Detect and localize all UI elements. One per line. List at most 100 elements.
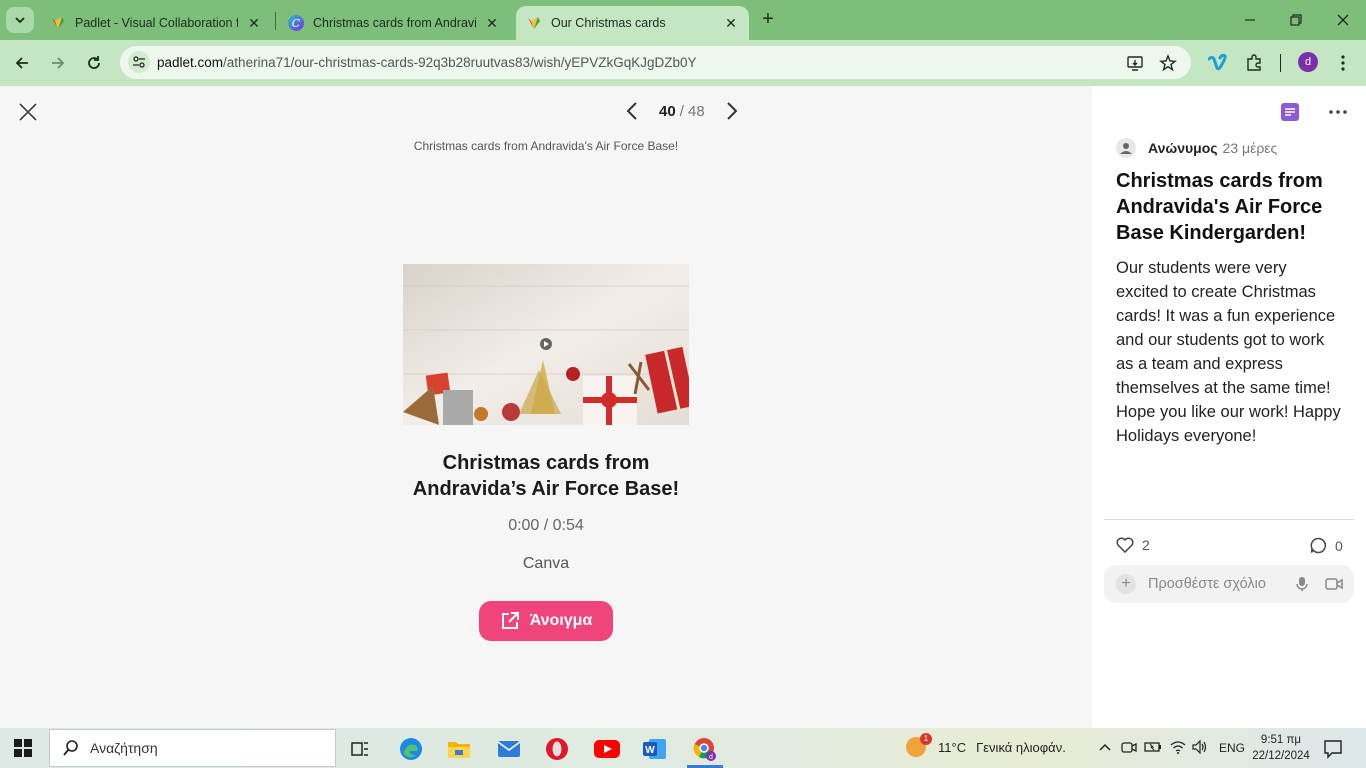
- install-app-icon[interactable]: [1125, 53, 1145, 73]
- external-link-icon: [501, 612, 519, 629]
- clock-time: 9:51 πμ: [1260, 734, 1302, 746]
- url-text: padlet.com/atherina71/our-christmas-card…: [157, 55, 697, 70]
- add-attachment-icon[interactable]: +: [1116, 574, 1136, 594]
- anonymous-avatar-icon: [1116, 138, 1136, 158]
- comment-input[interactable]: [1148, 574, 1288, 594]
- minimize-icon: [1245, 19, 1255, 21]
- chrome-icon[interactable]: d: [683, 732, 727, 768]
- chevron-left-icon: [626, 102, 637, 120]
- arrow-right-icon: [52, 57, 65, 69]
- close-icon: [19, 103, 37, 121]
- input-language[interactable]: ENG: [1219, 741, 1245, 755]
- windows-start-button[interactable]: [14, 739, 32, 757]
- browser-menu-icon[interactable]: [1331, 51, 1355, 75]
- chevron-up-icon[interactable]: [1096, 738, 1114, 756]
- task-view-icon[interactable]: [338, 732, 382, 766]
- tab-separator: [275, 12, 276, 30]
- forward-button[interactable]: [44, 49, 72, 77]
- back-button[interactable]: [8, 49, 36, 77]
- page-total: / 48: [679, 102, 705, 120]
- comment-composer: +: [1104, 565, 1354, 603]
- window-close-button[interactable]: [1320, 0, 1366, 40]
- comments-button[interactable]: 0: [1310, 537, 1343, 554]
- like-button[interactable]: 2: [1116, 537, 1150, 553]
- close-tab-icon[interactable]: ✕: [723, 15, 739, 31]
- close-icon: [1337, 14, 1349, 26]
- reload-button[interactable]: [80, 49, 108, 77]
- browser-tab-padlet[interactable]: Padlet - Visual Collaboration fo ✕: [40, 6, 272, 40]
- vimeo-extension-icon[interactable]: [1206, 51, 1230, 75]
- heart-icon: [1116, 537, 1134, 553]
- chevron-right-icon: [727, 102, 738, 120]
- windows-taskbar: Αναζήτηση W d 1 11°C Γενικά ηλιοφάν. ENG…: [0, 728, 1366, 768]
- video-thumbnail[interactable]: [403, 264, 689, 425]
- post-body: Our students were very excited to create…: [1116, 259, 1341, 445]
- weather-widget[interactable]: 1 11°C Γενικά ηλιοφάν.: [906, 733, 1066, 757]
- restore-button[interactable]: [1273, 0, 1319, 40]
- extensions-puzzle-icon[interactable]: [1242, 51, 1266, 75]
- url-path: /atherina71/our-christmas-cards-92q3b28r…: [223, 55, 697, 70]
- wifi-icon[interactable]: [1169, 738, 1187, 756]
- tab-title: Christmas cards from Andravida: [313, 16, 476, 30]
- search-icon: [63, 740, 78, 756]
- microphone-icon[interactable]: [1292, 574, 1312, 594]
- svg-text:C: C: [292, 17, 301, 30]
- browser-tab-christmas-cards[interactable]: Our Christmas cards ✕: [516, 6, 749, 40]
- bookmark-star-icon[interactable]: [1158, 53, 1178, 73]
- toolbar-divider: [1280, 54, 1281, 72]
- video-duration: 0:00 / 0:54: [508, 517, 584, 534]
- system-clock[interactable]: 9:51 πμ 22/12/2024: [1250, 732, 1312, 764]
- post-details-icon[interactable]: [1280, 102, 1300, 122]
- new-tab-button[interactable]: +: [757, 9, 779, 31]
- arrow-left-icon: [15, 57, 28, 69]
- tab-search-button[interactable]: [6, 7, 34, 33]
- volume-icon[interactable]: [1191, 738, 1209, 756]
- search-label: Αναζήτηση: [90, 740, 158, 756]
- address-bar[interactable]: padlet.com/atherina71/our-christmas-card…: [120, 46, 1191, 79]
- file-explorer-icon[interactable]: [437, 732, 481, 766]
- more-options-icon[interactable]: [1328, 102, 1348, 122]
- next-post-button[interactable]: [720, 99, 744, 123]
- mail-icon[interactable]: [487, 732, 531, 766]
- previous-post-button[interactable]: [620, 99, 644, 123]
- browser-toolbar: padlet.com/atherina71/our-christmas-card…: [0, 40, 1366, 86]
- open-link-label: Άνοιγμα: [529, 612, 593, 629]
- comment-count: 0: [1335, 537, 1343, 554]
- url-host: padlet.com: [157, 55, 224, 70]
- like-count: 2: [1142, 537, 1150, 553]
- word-icon[interactable]: W: [633, 732, 677, 766]
- profile-avatar[interactable]: d: [1298, 52, 1318, 72]
- card-title: Christmas cards from Andravida’s Air For…: [412, 452, 680, 500]
- author-name: Ανώνυμος: [1148, 140, 1218, 156]
- video-camera-icon[interactable]: [1324, 574, 1344, 594]
- weather-sun-icon: 1: [906, 733, 932, 757]
- tab-title: Padlet - Visual Collaboration fo: [75, 16, 238, 30]
- post-viewer: 40 / 48 Christmas cards from Andravida's…: [0, 86, 1092, 728]
- post-time: 23 μέρες: [1222, 140, 1278, 156]
- browser-tab-canva[interactable]: C Christmas cards from Andravida ✕: [278, 6, 510, 40]
- comment-icon: [1310, 537, 1327, 554]
- taskbar-search[interactable]: Αναζήτηση: [49, 729, 336, 767]
- page-current: 40: [659, 102, 676, 120]
- edge-icon[interactable]: [389, 732, 433, 766]
- battery-icon[interactable]: [1144, 738, 1162, 756]
- reload-icon: [88, 56, 100, 69]
- open-link-button[interactable]: Άνοιγμα: [479, 601, 613, 641]
- youtube-icon[interactable]: [585, 732, 629, 766]
- browser-tab-strip: Padlet - Visual Collaboration fo ✕ C Chr…: [0, 0, 1366, 40]
- weather-temp: 11°C: [938, 739, 967, 755]
- restore-icon: [1290, 14, 1302, 26]
- padlet-icon: [526, 15, 542, 31]
- opera-icon[interactable]: [535, 732, 579, 766]
- notifications-icon[interactable]: [1322, 737, 1344, 759]
- meet-now-icon[interactable]: [1120, 738, 1138, 756]
- tab-title: Our Christmas cards: [551, 16, 666, 30]
- close-post-button[interactable]: [16, 100, 40, 124]
- post-detail-panel: Ανώνυμος 23 μέρες Christmas cards from A…: [1092, 86, 1366, 728]
- padlet-icon: [50, 15, 66, 31]
- divider: [1104, 519, 1354, 520]
- close-tab-icon[interactable]: ✕: [484, 15, 500, 31]
- site-info-icon[interactable]: [128, 51, 150, 73]
- minimize-button[interactable]: [1227, 0, 1273, 40]
- close-tab-icon[interactable]: ✕: [246, 15, 262, 31]
